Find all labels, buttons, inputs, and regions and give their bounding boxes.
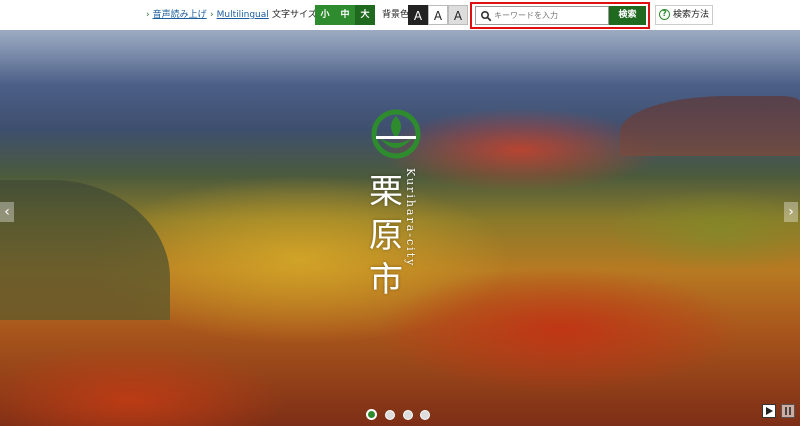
font-size-label: 文字サイズ: [272, 10, 317, 20]
search-input[interactable]: [494, 8, 604, 23]
city-logo-icon: [371, 109, 421, 159]
bg-white-button[interactable]: A: [428, 5, 448, 25]
hillside-shade: [0, 180, 170, 320]
bg-color-label: 背景色: [382, 10, 410, 20]
city-name: 栗原市: [366, 170, 406, 302]
search-help-button[interactable]: ? 検索方法: [655, 5, 713, 25]
bg-black-button[interactable]: A: [408, 5, 428, 25]
help-icon: ?: [659, 9, 670, 20]
top-utility-bar: › 音声読み上げ › Multilingual 文字サイズ 小 中 大 背景色 A …: [0, 0, 800, 30]
search-area: 検索: [470, 2, 650, 29]
multilingual-link[interactable]: › Multilingual: [210, 0, 269, 30]
next-arrow-icon: ›: [788, 204, 794, 220]
bg-gray-button[interactable]: A: [448, 5, 468, 25]
font-size-medium-button[interactable]: 中: [335, 5, 355, 25]
play-icon[interactable]: [762, 404, 776, 418]
slide-dot-1[interactable]: [366, 409, 377, 420]
pause-icon[interactable]: [781, 404, 795, 418]
search-icon: [480, 10, 492, 22]
next-slide-button[interactable]: ›: [784, 202, 798, 222]
font-size-small-button[interactable]: 小: [315, 5, 335, 25]
city-name-roman: Kurihara-city: [404, 168, 417, 268]
voice-reading-link[interactable]: › 音声読み上げ: [146, 0, 207, 30]
search-button[interactable]: 検索: [609, 6, 646, 25]
slide-dot-3[interactable]: [403, 410, 413, 420]
search-field[interactable]: [475, 6, 609, 25]
slide-dot-2[interactable]: [385, 410, 395, 420]
slide-dot-4[interactable]: [420, 410, 430, 420]
mountain-shade: [620, 96, 800, 156]
chevron-right-icon: ›: [146, 10, 150, 20]
city-name-text: 栗原市: [369, 172, 403, 300]
prev-arrow-icon: ‹: [4, 204, 10, 220]
chevron-right-icon: ›: [210, 10, 214, 20]
font-size-large-button[interactable]: 大: [355, 5, 375, 25]
prev-slide-button[interactable]: ‹: [0, 202, 14, 222]
